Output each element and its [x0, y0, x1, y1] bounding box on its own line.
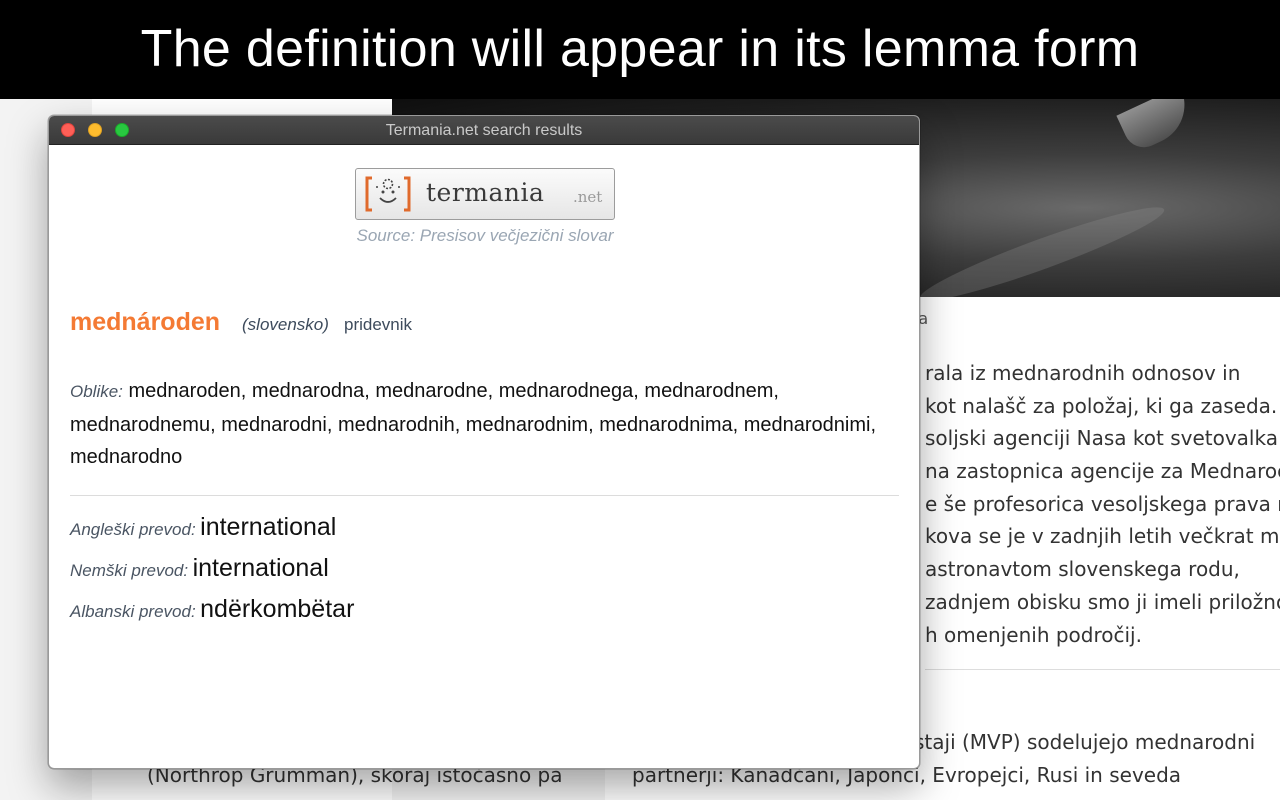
forms-label: Oblike: — [70, 382, 123, 401]
entry-forms: Oblike: mednaroden, mednarodna, mednarod… — [70, 375, 890, 474]
background-article-line: na zastopnica agencije za Mednaroc — [925, 459, 1280, 484]
background-article-line: h omenjenih področij. — [925, 622, 1142, 647]
translation-german: Nemški prevod: international — [70, 554, 329, 584]
background-article-line: zadnjem obisku smo ji imeli priložno — [925, 589, 1280, 614]
background-article-line: soljski agenciji Nasa kot svetovalka z — [925, 426, 1280, 451]
translation-label: Albanski prevod: — [70, 602, 196, 621]
termania-logo-button[interactable]: termania .net — [355, 168, 615, 220]
background-article-line: staji (MVP) sodelujejo mednarodni — [914, 730, 1256, 754]
background-divider — [925, 669, 1280, 670]
background-article-line: astronavtom slovenskega rodu, — [925, 557, 1240, 582]
translation-value: international — [192, 554, 329, 582]
entry-part-of-speech: pridevnik — [344, 315, 413, 334]
logo-suffix: .net — [573, 188, 603, 206]
translation-label: Nemški prevod: — [70, 561, 189, 580]
termania-results-window: Termania.net search results termania .ne… — [48, 115, 920, 769]
translation-albanian: Albanski prevod: ndërkombëtar — [70, 595, 354, 625]
background-article-line: rala iz mednarodnih odnosov in — [925, 361, 1241, 385]
termania-face-icon — [365, 176, 411, 212]
translation-english: Angleški prevod: international — [70, 513, 336, 543]
background-article-line: e še profesorica vesoljskega prava n — [925, 491, 1280, 516]
results-content: termania .net Source: Presisov večjezičn… — [49, 145, 919, 768]
background-article-text: rala iz mednarodnih odnosov in kot nalaš… — [925, 357, 1280, 651]
entry-language: (slovensko) — [242, 315, 329, 334]
logo-wordmark: termania — [426, 178, 545, 207]
translation-value: ndërkombëtar — [200, 595, 355, 623]
source-label: Source: Presisov večjezični slovar — [356, 226, 614, 245]
window-titlebar[interactable]: Termania.net search results — [49, 116, 919, 145]
entry-headword: mednároden — [70, 308, 221, 336]
background-article-line: kot nalašč za položaj, ki ga zaseda. — [925, 393, 1278, 418]
section-divider — [70, 495, 899, 496]
translation-value: international — [200, 513, 337, 541]
forms-list: mednaroden, mednarodna, mednarodne, medn… — [70, 380, 877, 468]
background-article-line: kova se je v zadnjih letih večkrat muc — [925, 524, 1280, 549]
translation-label: Angleški prevod: — [70, 520, 196, 539]
window-title: Termania.net search results — [385, 122, 583, 139]
lemma-banner: The definition will appear in its lemma … — [0, 0, 1280, 99]
